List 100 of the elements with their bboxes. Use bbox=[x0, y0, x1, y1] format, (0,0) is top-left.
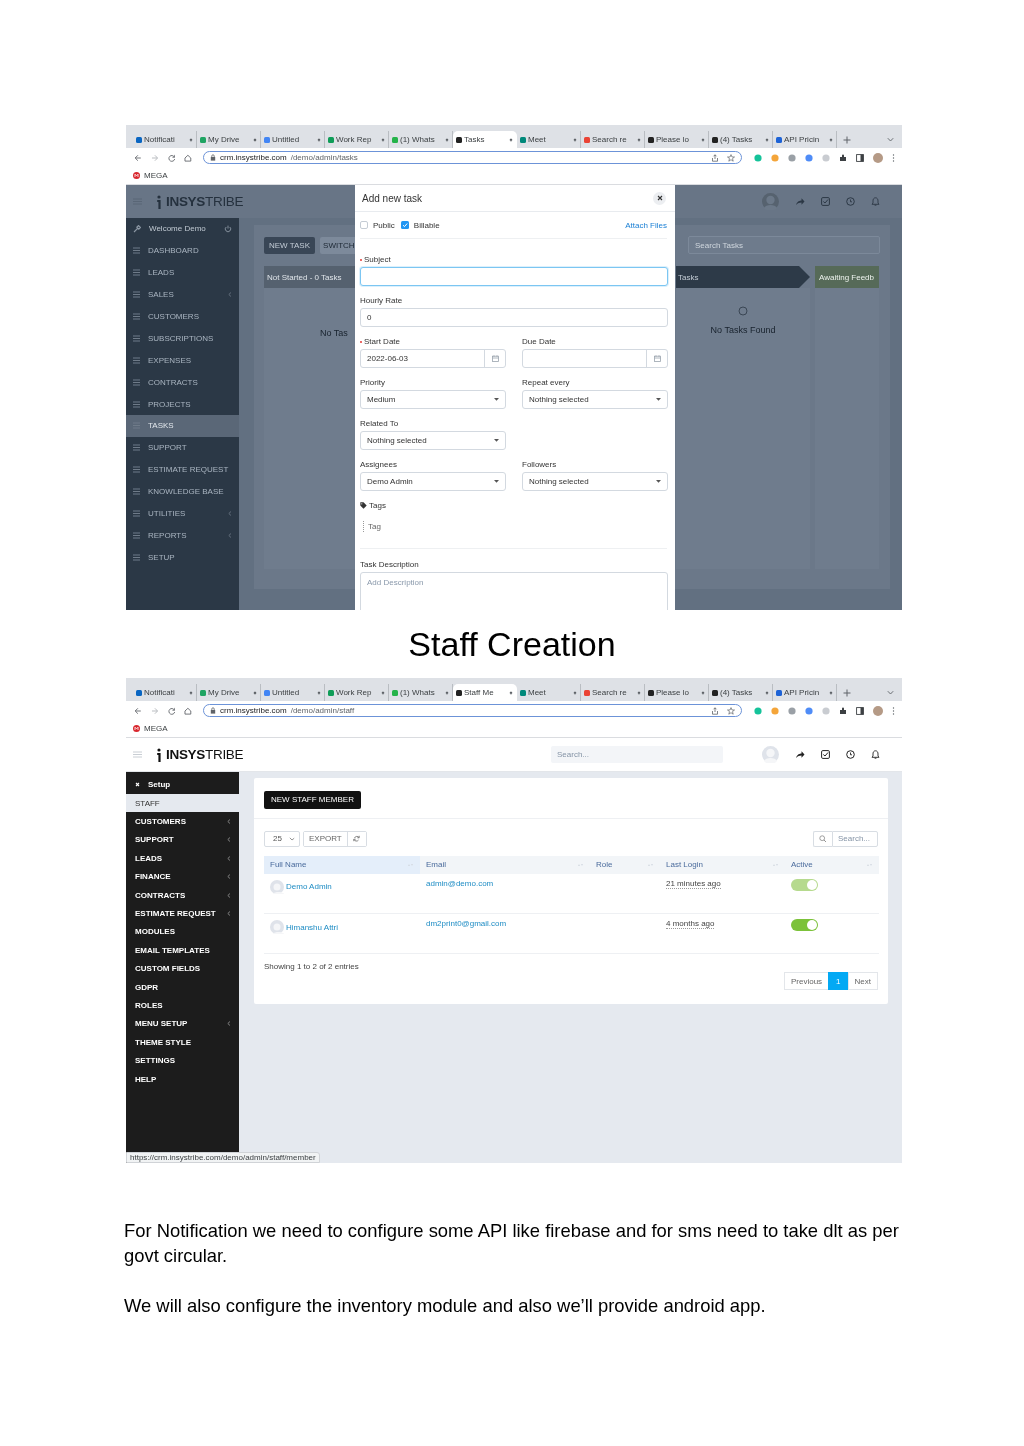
sidebar-item[interactable]: MENU SETUP bbox=[126, 1014, 239, 1034]
bell-icon[interactable] bbox=[871, 750, 880, 759]
bookmark-link[interactable]: MEGA bbox=[133, 171, 168, 180]
checkbox[interactable] bbox=[360, 221, 368, 229]
column-header[interactable]: Active bbox=[785, 855, 879, 874]
text-field[interactable] bbox=[360, 267, 668, 286]
browser-tab[interactable]: My Drive bbox=[197, 131, 261, 148]
browser-tab[interactable]: API Pricin bbox=[773, 131, 837, 148]
sidebar-item[interactable]: FINANCE bbox=[126, 867, 239, 886]
sidebar-item[interactable]: REPORTS bbox=[126, 524, 239, 547]
sidebar-item[interactable]: DASHBOARD bbox=[126, 239, 239, 262]
browser-tab[interactable]: Search re bbox=[581, 684, 645, 701]
browser-tab[interactable]: Untitled bbox=[261, 684, 325, 701]
close-button[interactable] bbox=[653, 191, 666, 205]
browser-tab[interactable]: Staff Me bbox=[453, 684, 517, 701]
date-field[interactable] bbox=[522, 349, 668, 368]
browser-tab[interactable]: Tasks bbox=[453, 131, 517, 148]
sidebar-item[interactable]: ROLES bbox=[126, 996, 239, 1015]
sidebar-item[interactable]: TASKS bbox=[126, 415, 239, 437]
side-panel-icon[interactable] bbox=[856, 153, 864, 162]
sidebar-item[interactable]: ESTIMATE REQUEST bbox=[126, 904, 239, 923]
profile-avatar[interactable] bbox=[873, 152, 883, 163]
active-toggle[interactable] bbox=[791, 919, 818, 931]
sidebar-item[interactable]: CUSTOMERS bbox=[126, 305, 239, 328]
calendar-icon[interactable] bbox=[491, 355, 499, 362]
sidebar-item[interactable]: SETUP bbox=[126, 546, 239, 569]
sidebar-item[interactable]: ESTIMATE REQUEST bbox=[126, 458, 239, 481]
clock-icon[interactable] bbox=[846, 750, 855, 759]
plus-icon[interactable] bbox=[843, 135, 851, 144]
back-icon[interactable] bbox=[134, 706, 142, 715]
bookmark-link[interactable]: MEGA bbox=[133, 724, 168, 733]
sidebar-item[interactable]: KNOWLEDGE BASE bbox=[126, 480, 239, 503]
sidebar-item[interactable]: LEADS bbox=[126, 261, 239, 284]
select-field[interactable]: Nothing selected bbox=[522, 472, 668, 491]
puzzle-icon[interactable] bbox=[839, 706, 847, 715]
sidebar-item[interactable]: THEME STYLE bbox=[126, 1033, 239, 1052]
browser-tab[interactable]: Meet bbox=[517, 131, 581, 148]
power-icon[interactable] bbox=[224, 224, 232, 233]
home-icon[interactable] bbox=[184, 153, 192, 162]
page-size-select[interactable]: 25 bbox=[264, 830, 300, 847]
browser-tab[interactable]: Meet bbox=[517, 684, 581, 701]
sidebar-item[interactable]: STAFF bbox=[126, 794, 239, 813]
browser-tab[interactable]: Search re bbox=[581, 131, 645, 148]
attach-files-link[interactable]: Attach Files bbox=[625, 220, 667, 230]
sidebar-item[interactable]: GDPR bbox=[126, 977, 239, 997]
profile-avatar[interactable] bbox=[873, 705, 883, 716]
sidebar-item[interactable]: CONTRACTS bbox=[126, 371, 239, 394]
email-link[interactable]: dm2print0@gmail.com bbox=[426, 919, 507, 928]
sidebar-item[interactable]: LEADS bbox=[126, 849, 239, 868]
date-field[interactable]: 2022-06-03 bbox=[360, 349, 506, 368]
browser-tab[interactable]: API Pricin bbox=[773, 684, 837, 701]
browser-tab[interactable]: Notificati bbox=[133, 684, 197, 701]
sidebar-item[interactable]: EMAIL TEMPLATES bbox=[126, 941, 239, 960]
staff-name-link[interactable]: Himanshu Attri bbox=[286, 922, 339, 932]
refresh-button[interactable] bbox=[346, 831, 366, 846]
page-button[interactable]: Next bbox=[847, 972, 878, 990]
sidebar-item[interactable]: SETTINGS bbox=[126, 1051, 239, 1070]
chevron-down-icon[interactable] bbox=[887, 690, 894, 695]
search-field[interactable]: Search Tasks bbox=[688, 236, 880, 254]
share-icon[interactable] bbox=[795, 750, 805, 759]
sidebar-item[interactable]: SUBSCRIPTIONS bbox=[126, 327, 239, 350]
sidebar-item[interactable]: SUPPORT bbox=[126, 436, 239, 459]
select-field[interactable]: Demo Admin bbox=[360, 472, 506, 491]
checkbox[interactable] bbox=[400, 221, 409, 229]
sidebar-item[interactable]: CONTRACTS bbox=[126, 885, 239, 905]
browser-tab[interactable]: Untitled bbox=[261, 131, 325, 148]
browser-tab[interactable]: Work Rep bbox=[325, 131, 389, 148]
page-button[interactable]: Previous bbox=[783, 972, 830, 990]
star-icon[interactable] bbox=[727, 706, 735, 715]
switch-button[interactable]: SWITCH bbox=[320, 236, 358, 254]
browser-tab[interactable]: My Drive bbox=[197, 684, 261, 701]
browser-tab[interactable]: Please lo bbox=[645, 131, 709, 148]
sidebar-item[interactable]: UTILITIES bbox=[126, 502, 239, 525]
sidebar-item[interactable]: CUSTOMERS bbox=[126, 812, 239, 831]
more-icon[interactable] bbox=[892, 153, 895, 162]
description-field[interactable]: Add Description bbox=[360, 572, 668, 610]
sidebar-item[interactable]: SUPPORT bbox=[126, 830, 239, 850]
sidebar-item[interactable]: HELP bbox=[126, 1069, 239, 1089]
sidebar-item[interactable]: SALES bbox=[126, 283, 239, 306]
sidebar-item[interactable]: CUSTOM FIELDS bbox=[126, 959, 239, 978]
browser-tab[interactable]: Work Rep bbox=[325, 684, 389, 701]
reload-icon[interactable] bbox=[167, 706, 176, 715]
sidebar-item[interactable]: PROJECTS bbox=[126, 393, 239, 415]
browser-tab[interactable]: Notificati bbox=[133, 131, 197, 148]
select-field[interactable]: Nothing selected bbox=[522, 390, 668, 409]
chevron-down-icon[interactable] bbox=[887, 137, 894, 142]
calendar-icon[interactable] bbox=[653, 355, 661, 362]
select-field[interactable]: Nothing selected bbox=[360, 431, 506, 450]
search-icon[interactable] bbox=[819, 834, 827, 843]
text-field[interactable]: 0 bbox=[360, 308, 668, 327]
sidebar-item[interactable]: EXPENSES bbox=[126, 349, 239, 372]
column-header[interactable]: Email bbox=[420, 855, 590, 874]
reload-icon[interactable] bbox=[167, 153, 176, 162]
home-icon[interactable] bbox=[184, 706, 192, 715]
column-header[interactable]: Role bbox=[590, 855, 660, 874]
column-header[interactable]: Last Login bbox=[660, 855, 785, 874]
browser-tab[interactable]: Please lo bbox=[645, 684, 709, 701]
sidebar-item[interactable]: MODULES bbox=[126, 922, 239, 942]
new-staff-member-button[interactable]: NEW STAFF MEMBER bbox=[264, 790, 361, 809]
plus-icon[interactable] bbox=[843, 688, 851, 697]
